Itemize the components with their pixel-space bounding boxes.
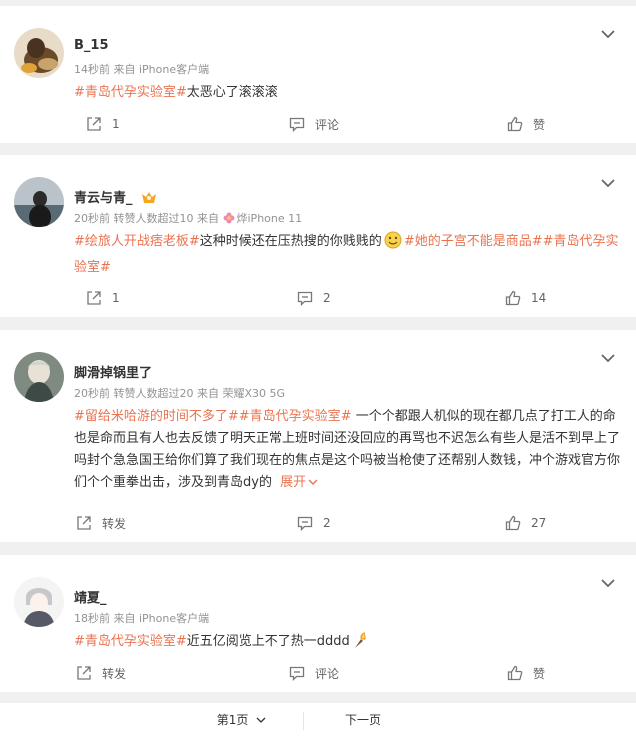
forward-icon bbox=[77, 516, 91, 530]
username[interactable]: B_15 bbox=[74, 38, 109, 53]
comment-text: #绘旅人开战痞老板#这种时候还在压热搜的你贱贱的 #她的子宫不能是商品##青岛代孕… bbox=[74, 231, 622, 279]
comment-meta: 20秒前 转赞人数超过10 来自 烨iPhone 11 bbox=[74, 210, 302, 227]
comment-text: #留给米哈游的时间不多了##青岛代孕实验室# 一个个都跟人机似的现在都几点了打工… bbox=[74, 406, 622, 494]
username-text: 青云与青_ bbox=[74, 191, 133, 206]
comment-body: 太恶心了滚滚滚 bbox=[186, 85, 278, 100]
meta-prefix: 20秒前 转赞人数超过10 来自 bbox=[74, 212, 219, 225]
comment-text: #青岛代孕实验室#太恶心了滚滚滚 bbox=[74, 82, 622, 104]
username[interactable]: 脚滑掉锅里了 bbox=[74, 362, 152, 381]
comment-count: 2 bbox=[323, 291, 331, 305]
username[interactable]: 靖夏_ bbox=[74, 587, 107, 606]
comment-meta: 14秒前 来自 iPhone客户端 bbox=[74, 63, 210, 76]
smile-emoji-icon bbox=[384, 231, 402, 257]
forward-label: 转发 bbox=[102, 516, 127, 531]
meta-device: 烨iPhone 11 bbox=[236, 212, 303, 225]
page-select-button[interactable]: 第1页 bbox=[180, 703, 303, 738]
thumbs-up-icon bbox=[505, 290, 521, 306]
comment-label: 评论 bbox=[315, 666, 340, 681]
comment-label: 评论 bbox=[315, 117, 340, 132]
forward-button[interactable]: 1 bbox=[86, 112, 120, 136]
forward-count: 1 bbox=[112, 291, 120, 305]
comment-card: 靖夏_ 18秒前 来自 iPhone客户端 #青岛代孕实验室#近五亿阅览上不了热… bbox=[0, 555, 636, 692]
forward-icon bbox=[77, 666, 91, 680]
avatar[interactable] bbox=[14, 28, 64, 78]
forward-label: 转发 bbox=[102, 666, 127, 681]
pagination-bar: 第1页 下一页 bbox=[0, 703, 636, 738]
chevron-down-icon[interactable] bbox=[308, 472, 318, 494]
flower-icon bbox=[223, 212, 235, 227]
forward-button[interactable]: 转发 bbox=[76, 511, 126, 535]
comment-meta: 20秒前 转赞人数超过20 来自 荣耀X30 5G bbox=[74, 387, 286, 400]
comment-icon bbox=[289, 666, 305, 681]
forward-button[interactable]: 转发 bbox=[76, 661, 126, 685]
avatar[interactable] bbox=[14, 177, 64, 227]
comment-button[interactable]: 评论 bbox=[289, 661, 339, 685]
chevron-down-icon[interactable] bbox=[600, 352, 616, 364]
thumbs-up-icon bbox=[507, 116, 523, 132]
like-button[interactable]: 27 bbox=[505, 511, 546, 535]
avatar[interactable] bbox=[14, 352, 64, 402]
avatar[interactable] bbox=[14, 577, 64, 627]
comment-button[interactable]: 2 bbox=[297, 286, 331, 310]
comment-meta: 18秒前 来自 iPhone客户端 bbox=[74, 612, 210, 625]
chevron-down-icon[interactable] bbox=[600, 177, 616, 189]
like-label: 赞 bbox=[533, 666, 546, 681]
thumbs-up-icon bbox=[507, 665, 523, 681]
hashtag-link[interactable]: #青岛代孕实验室# bbox=[74, 85, 187, 100]
like-count: 14 bbox=[531, 291, 547, 305]
like-count: 27 bbox=[531, 516, 547, 530]
like-button[interactable]: 14 bbox=[505, 286, 546, 310]
comment-card: 青云与青_ 20秒前 转赞人数超过10 来自 烨iPhone 11 #绘旅人开战… bbox=[0, 155, 636, 317]
forward-icon bbox=[87, 291, 101, 305]
torch-emoji-icon bbox=[352, 631, 368, 657]
chevron-down-icon[interactable] bbox=[600, 577, 616, 589]
hashtag-link[interactable]: #绘旅人开战痞老板# bbox=[74, 234, 200, 249]
comment-body: 这种时候还在压热搜的你贱贱的 bbox=[199, 234, 382, 249]
expand-link[interactable]: 展开 bbox=[280, 475, 306, 490]
comment-count: 2 bbox=[323, 516, 331, 530]
comment-card: 脚滑掉锅里了 20秒前 转赞人数超过20 来自 荣耀X30 5G #留给米哈游的… bbox=[0, 330, 636, 542]
hashtag-link[interactable]: #留给米哈游的时间不多了##青岛代孕实验室# bbox=[74, 409, 352, 424]
chevron-down-icon bbox=[256, 717, 266, 723]
thumbs-up-icon bbox=[505, 515, 521, 531]
comment-text: #青岛代孕实验室#近五亿阅览上不了热一dddd bbox=[74, 631, 622, 657]
forward-count: 1 bbox=[112, 117, 120, 131]
forward-icon bbox=[87, 117, 101, 131]
current-page-label: 第1页 bbox=[216, 713, 249, 727]
hashtag-link[interactable]: #青岛代孕实验室# bbox=[74, 634, 187, 649]
comment-card: B_15 14秒前 来自 iPhone客户端 #青岛代孕实验室#太恶心了滚滚滚 … bbox=[0, 6, 636, 143]
comment-icon bbox=[289, 117, 305, 132]
next-page-button[interactable]: 下一页 bbox=[304, 703, 422, 738]
like-label: 赞 bbox=[533, 117, 546, 132]
comment-icon bbox=[297, 516, 313, 531]
crown-badge-icon bbox=[141, 190, 157, 208]
like-button[interactable]: 赞 bbox=[507, 661, 545, 685]
forward-button[interactable]: 1 bbox=[86, 286, 120, 310]
comment-icon bbox=[297, 291, 313, 306]
chevron-down-icon[interactable] bbox=[600, 28, 616, 40]
comment-body: 近五亿阅览上不了热一dddd bbox=[186, 634, 350, 649]
username[interactable]: 青云与青_ bbox=[74, 187, 157, 208]
like-button[interactable]: 赞 bbox=[507, 112, 545, 136]
comment-button[interactable]: 2 bbox=[297, 511, 331, 535]
next-page-label: 下一页 bbox=[344, 713, 381, 727]
comment-button[interactable]: 评论 bbox=[289, 112, 339, 136]
